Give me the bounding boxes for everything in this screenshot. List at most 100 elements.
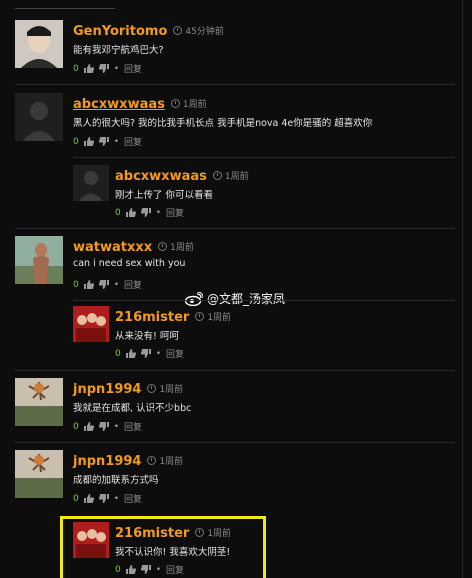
username[interactable]: 216mister — [115, 310, 189, 325]
comment-header: GenYoritomo 45分钟前 — [73, 20, 224, 39]
timestamp: 1周前 — [224, 172, 249, 182]
reply-link[interactable]: 回复 — [166, 347, 184, 360]
divider — [73, 300, 455, 301]
comment: watwatxxx 1周前 can i need sex with you 0 •… — [15, 236, 455, 296]
thumbs-down-icon[interactable] — [140, 208, 151, 217]
like-count: 0 — [115, 564, 121, 575]
comment-text: can i need sex with you — [73, 258, 186, 269]
comment-reply: abcxwxwaas 1周前 刚才上传了 你可以看看 0 • 回复 — [73, 165, 455, 220]
avatar[interactable] — [73, 306, 109, 342]
avatar[interactable] — [73, 522, 109, 558]
avatar[interactable] — [15, 378, 63, 426]
comment-text: 我不认识你! 我喜欢大阴茎! — [115, 547, 231, 558]
comment-actions: 0 • 回复 — [73, 492, 142, 506]
comment: abcxwxwaas 1周前 黑人的很大吗? 我的比我手机长点 我手机是nova … — [15, 93, 455, 153]
clock-icon — [147, 384, 157, 393]
username[interactable]: GenYoritomo — [73, 24, 167, 39]
comment-actions: 0 • 回复 — [115, 563, 184, 577]
timestamp: 1周前 — [207, 529, 232, 539]
avatar-image — [15, 378, 63, 426]
avatar[interactable] — [15, 236, 63, 284]
clock-icon — [195, 528, 205, 537]
weibo-icon — [185, 291, 203, 306]
separator-dot: • — [113, 136, 120, 147]
separator-dot: • — [113, 493, 120, 504]
thumbs-up-icon[interactable] — [125, 208, 136, 217]
comment-text: 我就是在成都, 认识不少bbc — [73, 403, 192, 414]
thumbs-down-icon[interactable] — [140, 565, 151, 574]
scrollbar-track[interactable] — [462, 0, 463, 578]
avatar-image — [15, 20, 63, 68]
divider — [15, 84, 455, 85]
thumbs-up-icon[interactable] — [125, 565, 136, 574]
separator-dot: • — [155, 348, 162, 359]
thumbs-up-icon[interactable] — [83, 64, 94, 73]
thumbs-up-icon[interactable] — [125, 349, 136, 358]
separator-dot: • — [155, 207, 162, 218]
clock-icon — [147, 456, 157, 465]
separator-dot: • — [155, 564, 162, 575]
divider — [15, 370, 455, 371]
comment: jnpn1994 1周前 成都的加联系方式吗 0 • 回复 — [15, 450, 455, 510]
comment: GenYoritomo 45分钟前 能有我邓宁航鸡巴大? 0 • 回复 — [15, 20, 455, 80]
comment-text: 刚才上传了 你可以看看 — [115, 190, 214, 201]
clock-icon — [158, 242, 168, 251]
thumbs-down-icon[interactable] — [98, 494, 109, 503]
thumbs-down-icon[interactable] — [98, 280, 109, 289]
comment-actions: 0 • 回复 — [73, 278, 142, 292]
username[interactable]: watwatxxx — [73, 240, 152, 255]
timestamp: 45分钟前 — [185, 27, 224, 37]
comment-header: jnpn1994 1周前 — [73, 378, 183, 397]
thumbs-up-icon[interactable] — [83, 494, 94, 503]
avatar-image — [15, 450, 63, 498]
avatar-image — [15, 236, 63, 284]
divider — [73, 157, 455, 158]
divider — [15, 442, 455, 443]
thumbs-down-icon[interactable] — [140, 349, 151, 358]
comment-text: 能有我邓宁航鸡巴大? — [73, 45, 164, 56]
username[interactable]: jnpn1994 — [73, 382, 141, 397]
username[interactable]: abcxwxwaas — [73, 97, 165, 112]
like-count: 0 — [73, 279, 79, 290]
thumbs-up-icon[interactable] — [83, 422, 94, 431]
reply-link[interactable]: 回复 — [124, 62, 142, 75]
thumbs-up-icon[interactable] — [83, 280, 94, 289]
thumbs-down-icon[interactable] — [98, 137, 109, 146]
like-count: 0 — [73, 63, 79, 74]
reply-link[interactable]: 回复 — [166, 563, 184, 576]
comment-header: abcxwxwaas 1周前 — [115, 165, 249, 184]
comment-text: 黑人的很大吗? 我的比我手机长点 我手机是nova 4e你是骚的 超喜欢你 — [73, 118, 373, 129]
like-count: 0 — [73, 136, 79, 147]
timestamp: 1周前 — [170, 243, 194, 253]
avatar-image — [73, 165, 109, 201]
watermark-text: @文都_汤家凤 — [207, 292, 286, 306]
avatar[interactable] — [73, 165, 109, 201]
avatar[interactable] — [15, 450, 63, 498]
thumbs-down-icon[interactable] — [98, 422, 109, 431]
username[interactable]: jnpn1994 — [73, 454, 141, 469]
avatar[interactable] — [15, 20, 63, 68]
username[interactable]: 216mister — [115, 526, 189, 541]
clock-icon — [212, 171, 222, 180]
reply-link[interactable]: 回复 — [124, 135, 142, 148]
divider — [15, 228, 455, 229]
reply-link[interactable]: 回复 — [124, 420, 142, 433]
timestamp: 1周前 — [207, 313, 232, 323]
reply-link[interactable]: 回复 — [124, 492, 142, 505]
timestamp: 1周前 — [159, 457, 184, 467]
separator-dot: • — [113, 421, 120, 432]
comment-actions: 0 • 回复 — [115, 347, 184, 361]
thumbs-up-icon[interactable] — [83, 137, 94, 146]
reply-link[interactable]: 回复 — [166, 206, 184, 219]
comment-reply: 216mister 1周前 从来没有! 呵呵 0 • 回复 — [73, 306, 455, 361]
comment-actions: 0 • 回复 — [73, 62, 142, 76]
avatar-image — [73, 522, 109, 558]
reply-link[interactable]: 回复 — [124, 278, 142, 291]
comment-header: 216mister 1周前 — [115, 306, 231, 325]
thumbs-down-icon[interactable] — [98, 64, 109, 73]
comment-actions: 0 • 回复 — [73, 420, 142, 434]
avatar[interactable] — [15, 93, 63, 141]
username[interactable]: abcxwxwaas — [115, 169, 207, 184]
comment-header: abcxwxwaas 1周前 — [73, 93, 207, 112]
clock-icon — [170, 99, 180, 108]
